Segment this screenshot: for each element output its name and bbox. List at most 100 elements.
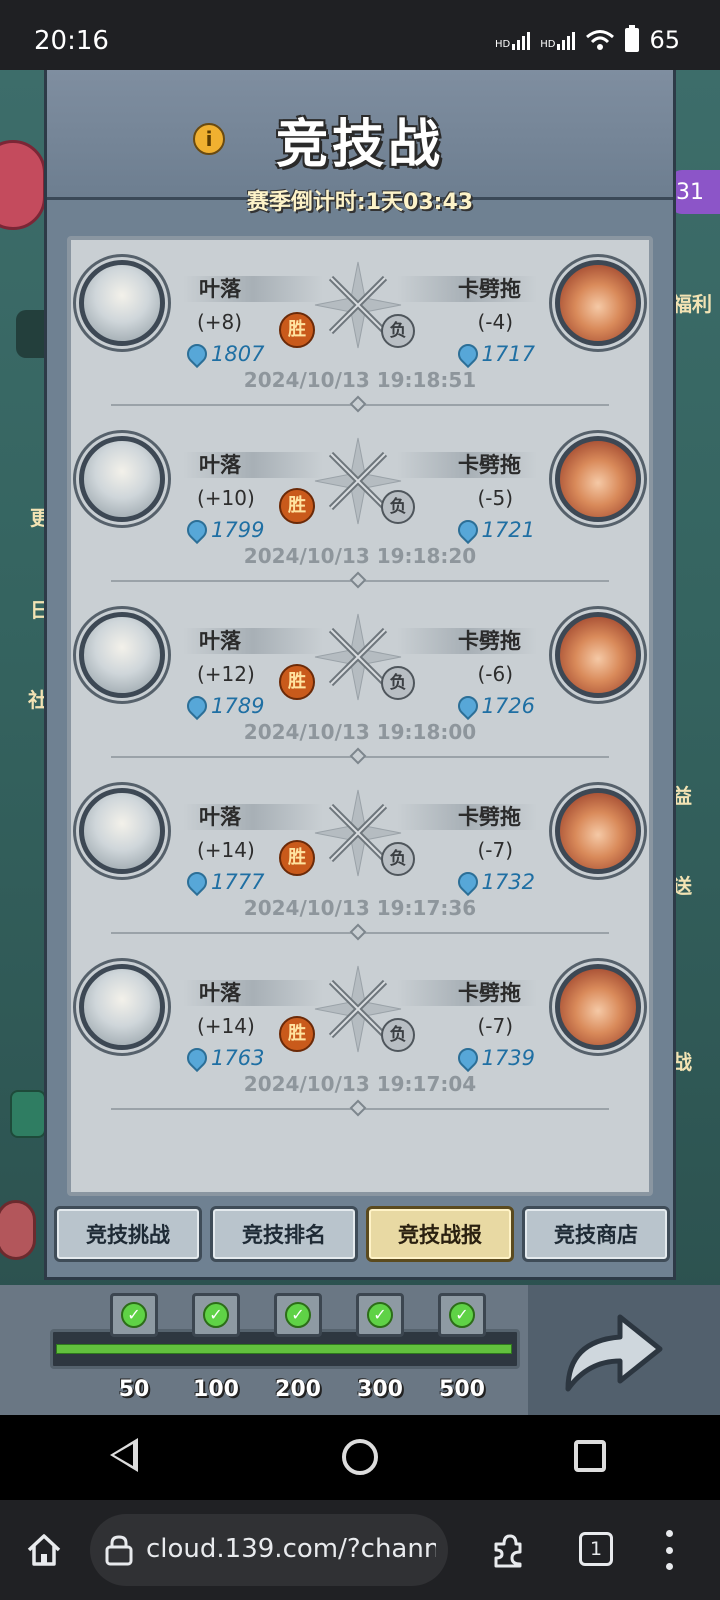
lock-icon	[105, 1535, 133, 1566]
page-title: 竞技战	[275, 114, 444, 175]
wifi-icon	[586, 30, 615, 50]
share-arrow-icon[interactable]	[546, 1301, 678, 1401]
signal-icon-1: HD	[495, 30, 531, 50]
score-drop-icon	[182, 339, 212, 369]
milestone-label: 50	[118, 1377, 150, 1402]
player-avatar-left[interactable]	[79, 436, 165, 522]
right-side-menu: 31 福利 益 送 战	[670, 70, 720, 1415]
win-badge: 胜	[279, 664, 315, 700]
player-avatar-left[interactable]	[79, 788, 165, 874]
score-right-value: 1721	[481, 518, 535, 542]
score-delta-right: (-4)	[477, 310, 513, 334]
player-name-left: 叶落	[199, 453, 241, 477]
player-avatar-right[interactable]	[555, 436, 641, 522]
player-name-left: 叶落	[199, 981, 241, 1005]
score-left: 1789	[182, 691, 265, 721]
status-icons: HD HD 65	[495, 25, 680, 54]
score-right-value: 1717	[481, 342, 535, 366]
score-right: 1739	[453, 1043, 535, 1073]
lose-badge: 负	[381, 490, 415, 524]
checkmark-icon: ✓	[203, 1302, 229, 1328]
milestone-label: 300	[357, 1377, 403, 1402]
score-delta-right: (-7)	[477, 1014, 513, 1038]
checkmark-icon: ✓	[121, 1302, 147, 1328]
left-hero-portrait[interactable]	[0, 140, 46, 230]
score-drop-icon	[182, 691, 212, 721]
battle-timestamp: 2024/10/13 19:18:00	[243, 720, 477, 744]
score-left-value: 1763	[211, 1046, 265, 1070]
signal-icon-2: HD	[540, 30, 576, 50]
tab-count-button[interactable]: 1	[579, 1532, 613, 1566]
score-right-value: 1732	[481, 870, 535, 894]
player-avatar-right[interactable]	[555, 964, 641, 1050]
win-badge: 胜	[279, 312, 315, 348]
extensions-icon[interactable]	[490, 1530, 526, 1570]
battle-timestamp: 2024/10/13 19:17:36	[243, 896, 477, 920]
score-delta-left: (+8)	[197, 310, 243, 334]
score-drop-icon	[182, 1043, 212, 1073]
score-delta-right: (-5)	[477, 486, 513, 510]
battery-icon	[625, 25, 640, 52]
score-right: 1732	[453, 867, 535, 897]
score-left: 1777	[182, 867, 265, 897]
score-right: 1721	[453, 515, 535, 545]
divider-ornament	[349, 1099, 367, 1117]
win-badge: 胜	[279, 1016, 315, 1052]
score-delta-left: (+14)	[197, 1014, 255, 1038]
right-side-label-1[interactable]: 福利	[672, 288, 712, 317]
player-avatar-right[interactable]	[555, 260, 641, 346]
tab-ranking[interactable]: 竞技排名	[210, 1206, 358, 1262]
left-book-icon[interactable]	[10, 1090, 46, 1138]
left-player-avatar[interactable]	[0, 1200, 36, 1260]
recents-icon[interactable]	[574, 1440, 606, 1472]
tab-challenge[interactable]: 竞技挑战	[54, 1206, 202, 1262]
score-drop-icon	[182, 867, 212, 897]
battle-record: 叶落 (+12) 1789 胜 负 卡劈拖 (-6) 1726 2024/10/…	[71, 592, 649, 772]
checkmark-icon: ✓	[367, 1302, 393, 1328]
player-name-left: 叶落	[199, 629, 241, 653]
reward-milestone-chest[interactable]: ✓	[438, 1293, 486, 1337]
score-right-value: 1726	[481, 694, 535, 718]
score-drop-icon	[453, 1043, 482, 1073]
tab-battle-report[interactable]: 竞技战报	[366, 1206, 514, 1262]
score-left: 1799	[182, 515, 264, 545]
player-avatar-left[interactable]	[79, 964, 165, 1050]
checkmark-icon: ✓	[285, 1302, 311, 1328]
lose-badge: 负	[381, 666, 415, 700]
lose-badge: 负	[381, 314, 415, 348]
tab-shop[interactable]: 竞技商店	[522, 1206, 670, 1262]
score-delta-left: (+14)	[197, 838, 255, 862]
network-type-2: HD	[540, 39, 556, 50]
home-icon[interactable]	[24, 1530, 64, 1570]
score-right: 1717	[453, 339, 535, 369]
player-name-right: 卡劈拖	[458, 277, 521, 301]
arena-tabs: 竞技挑战 竞技排名 竞技战报 竞技商店	[51, 1206, 673, 1268]
player-name-left: 叶落	[199, 277, 241, 301]
status-time: 20:16	[34, 26, 109, 56]
score-drop-icon	[453, 691, 482, 721]
address-bar[interactable]: cloud.139.com/?chann	[90, 1514, 448, 1586]
right-badge[interactable]: 31	[670, 170, 720, 214]
score-left-value: 1777	[211, 870, 265, 894]
url-text: cloud.139.com/?chann	[146, 1534, 436, 1564]
battle-report-list[interactable]: 叶落 (+8) 1807 胜 负 卡劈拖 (-4) 1717 2024/10/1…	[67, 236, 653, 1196]
score-drop-icon	[453, 867, 482, 897]
player-avatar-right[interactable]	[555, 788, 641, 874]
player-avatar-left[interactable]	[79, 260, 165, 346]
reward-milestone-chest[interactable]: ✓	[110, 1293, 158, 1337]
player-avatar-left[interactable]	[79, 612, 165, 698]
player-name-left: 叶落	[199, 805, 241, 829]
player-avatar-right[interactable]	[555, 612, 641, 698]
score-left-value: 1789	[211, 694, 265, 718]
back-icon[interactable]	[110, 1438, 138, 1472]
reward-chest-area: ✓ 50 ✓ 100 ✓ 200 ✓ 300 ✓ 500	[0, 1285, 528, 1415]
reward-milestone-chest[interactable]: ✓	[274, 1293, 322, 1337]
reward-milestone-chest[interactable]: ✓	[356, 1293, 404, 1337]
left-menu-toggle[interactable]	[16, 310, 46, 358]
more-options-icon[interactable]	[664, 1530, 674, 1570]
score-delta-right: (-6)	[477, 662, 513, 686]
battle-record: 叶落 (+8) 1807 胜 负 卡劈拖 (-4) 1717 2024/10/1…	[71, 240, 649, 420]
status-bar: 20:16 HD HD 65	[0, 0, 720, 70]
home-circle-icon[interactable]	[342, 1439, 378, 1475]
reward-milestone-chest[interactable]: ✓	[192, 1293, 240, 1337]
